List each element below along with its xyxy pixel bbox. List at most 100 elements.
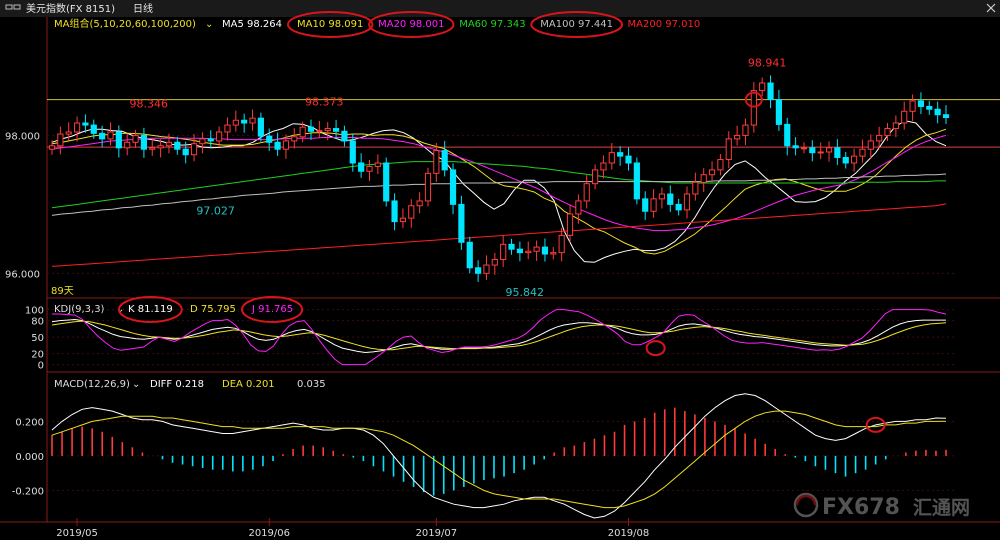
candle-body — [859, 148, 866, 157]
candle-body — [759, 82, 766, 92]
watermark-cn: 汇通网 — [913, 497, 970, 519]
candle-body — [90, 124, 97, 134]
candle-body — [926, 105, 933, 110]
x-tick-label: 2019/08 — [608, 528, 650, 539]
legend-kdj-j: J 91.765 — [251, 304, 293, 315]
x-tick-label: 2019/07 — [416, 528, 458, 539]
candle-body — [917, 100, 925, 107]
candle-body — [734, 134, 741, 140]
legend-ma20: MA20 98.001 — [378, 19, 444, 30]
macd-histogram-value: 0.035 — [297, 379, 326, 390]
candle-body — [48, 145, 56, 150]
candle-body — [324, 128, 331, 132]
kdj-y-tick-label: 100 — [25, 306, 44, 317]
candle-body — [667, 193, 674, 205]
candle-body — [583, 183, 590, 202]
macd-y-tick-label: 0.000 — [15, 452, 44, 463]
candle-body — [483, 264, 490, 274]
period-label[interactable]: 日线 — [133, 2, 153, 15]
candle-body — [266, 135, 273, 143]
candle-body — [316, 130, 323, 133]
market-chart[interactable]: 美元指数(FX 8151) 日线 98.000 96.000 98.346 98.3… — [0, 0, 1000, 540]
candle-body — [901, 110, 908, 124]
candle-body — [466, 241, 473, 269]
candle-body — [516, 248, 523, 254]
macd-label[interactable]: MACD(12,26,9) — [54, 379, 130, 390]
candle-body — [299, 126, 306, 138]
ma-group-label[interactable]: MA组合(5,10,20,60,100,200) — [54, 17, 196, 30]
candle-body — [876, 134, 883, 142]
candle-body — [65, 131, 72, 135]
candle-body — [257, 117, 264, 137]
candle-body — [541, 246, 549, 255]
legend-macd-diff: DIFF 0.218 — [150, 379, 204, 390]
candle-body — [140, 134, 147, 150]
x-tick-label: 2019/06 — [248, 528, 290, 539]
candle-body — [57, 133, 64, 147]
macd-y-tick-label: -0.200 — [12, 486, 44, 497]
candle-body — [366, 165, 373, 172]
candle-body — [182, 148, 189, 156]
candle-body — [742, 124, 749, 136]
candle-body — [750, 90, 757, 126]
candle-body — [717, 159, 724, 171]
price-y-tick-label: 96.000 — [5, 269, 40, 280]
candle-body — [600, 162, 607, 171]
candle-body — [416, 200, 423, 207]
candle-body — [383, 162, 390, 202]
candle-body — [942, 114, 950, 118]
candle-body — [307, 126, 315, 132]
candle-body — [500, 243, 507, 261]
macd-legend: ⌄ DIFF 0.218 DEA 0.201 — [132, 379, 275, 390]
candle-body — [149, 147, 156, 150]
candle-body — [99, 132, 106, 140]
candle-body — [124, 141, 131, 149]
candle — [383, 157, 390, 207]
chevron-down-icon[interactable]: ⌄ — [132, 379, 140, 390]
macd-y-tick-label: 0.200 — [15, 417, 44, 428]
kdj-y-tick-label: 80 — [31, 317, 44, 328]
candle-body — [207, 138, 214, 142]
candle — [633, 157, 640, 205]
candle-body — [399, 217, 407, 223]
high-price-annotation: 98.373 — [305, 96, 344, 109]
candle-body — [349, 140, 356, 164]
candle-body — [566, 213, 574, 236]
candle-body — [332, 128, 340, 132]
candle-body — [650, 198, 657, 212]
candle-body — [884, 128, 891, 136]
candle-body — [157, 145, 164, 149]
low-price-annotation: 97.027 — [196, 205, 235, 218]
low-price-annotation: 95.842 — [506, 286, 545, 299]
candle-body — [792, 145, 799, 149]
kdj-label[interactable]: KDJ(9,3,3) — [54, 304, 105, 315]
price-y-tick-label: 98.000 — [5, 131, 40, 142]
candle-body — [825, 147, 833, 153]
candle-body — [199, 138, 206, 145]
candle-body — [851, 155, 858, 164]
candle-body — [608, 152, 615, 164]
chevron-down-icon[interactable]: ⌄ — [205, 19, 213, 30]
candle-body — [725, 138, 732, 161]
legend-kdj-d: D 75.795 — [190, 304, 236, 315]
candle-body — [224, 124, 231, 133]
candle-body — [892, 122, 899, 130]
candle-body — [867, 140, 874, 150]
candle-body — [441, 150, 448, 171]
candle-body — [683, 193, 691, 211]
candle-body — [767, 82, 774, 101]
candle-body — [675, 203, 682, 211]
candle-body — [107, 131, 114, 140]
candle-body — [784, 123, 791, 147]
candle-body — [73, 122, 81, 133]
candle-body — [775, 99, 782, 125]
legend-ma10: MA10 98.091 — [297, 19, 363, 30]
bars-count-label: 89天 — [51, 286, 74, 297]
candle-body — [550, 252, 557, 255]
candle-body — [341, 130, 348, 142]
legend-macd-dea: DEA 0.201 — [222, 379, 275, 390]
candle-body — [692, 181, 699, 195]
kdj-y-tick-label: 20 — [31, 350, 44, 361]
candle-body — [291, 136, 298, 142]
candle-body — [575, 200, 582, 215]
